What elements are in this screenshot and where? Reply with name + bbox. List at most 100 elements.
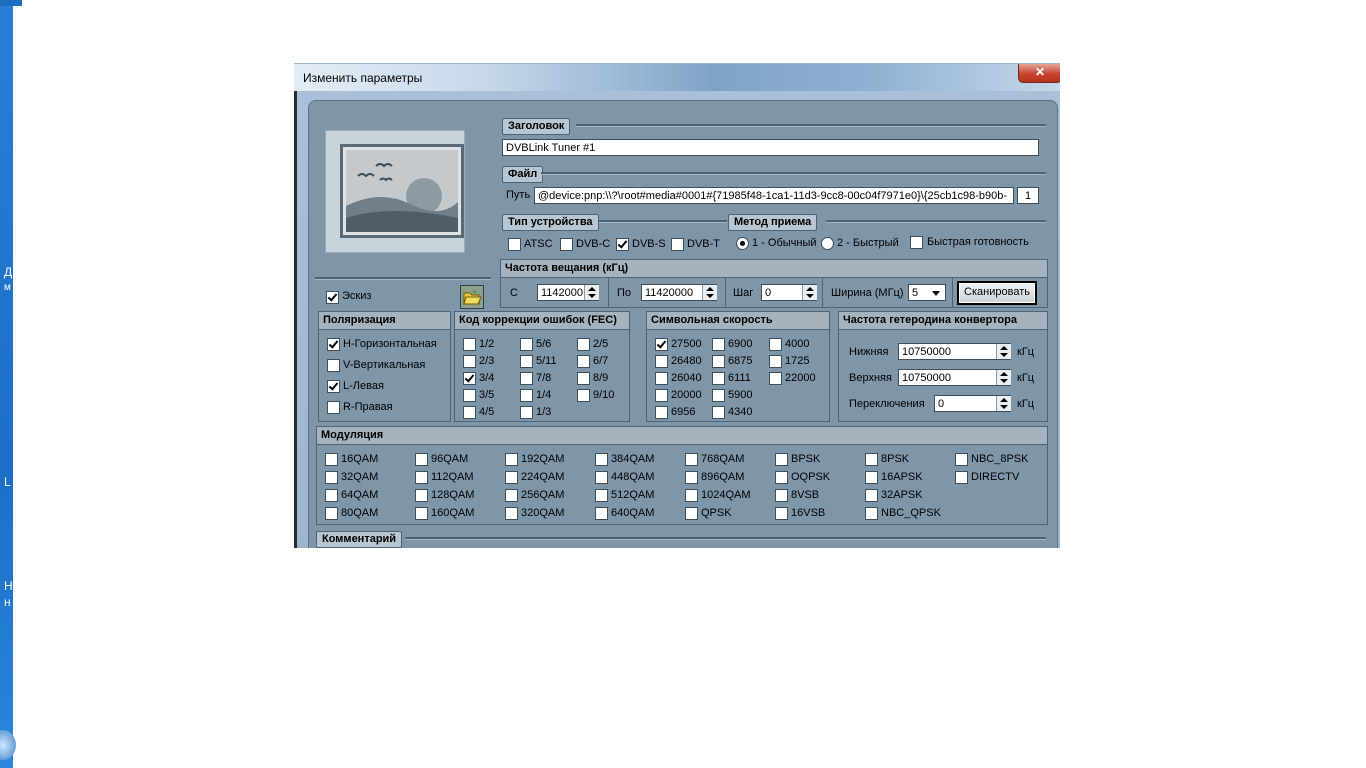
modulation-checkbox[interactable] — [775, 471, 788, 484]
polarization-l-checkbox[interactable] — [327, 380, 340, 393]
lnb-high-spinner[interactable] — [996, 370, 1011, 385]
modulation-checkbox[interactable] — [415, 453, 428, 466]
modulation-checkbox[interactable] — [685, 489, 698, 502]
polarization-v-checkbox[interactable] — [327, 359, 340, 372]
polarization-r-checkbox[interactable] — [327, 401, 340, 414]
symbol-rate-checkbox[interactable] — [655, 406, 668, 419]
modulation-checkbox[interactable] — [595, 453, 608, 466]
lnb-high-input[interactable]: 10750000 — [898, 369, 1011, 386]
polarization-header: Поляризация — [319, 312, 450, 330]
symbol-rate-checkbox[interactable] — [712, 406, 725, 419]
title-bar[interactable]: Изменить параметры ✕ — [294, 63, 1060, 92]
lnb-low-input[interactable]: 10750000 — [898, 343, 1011, 360]
fec-checkbox[interactable] — [463, 406, 476, 419]
symbol-rate-checkbox[interactable] — [712, 389, 725, 402]
symbol-rate-checkbox[interactable] — [769, 355, 782, 368]
comment-label: Комментарий — [316, 531, 403, 548]
device-dvbs-label: DVB-S — [632, 238, 666, 250]
freq-width-select[interactable]: 5 — [908, 284, 946, 301]
modulation-checkbox[interactable] — [505, 489, 518, 502]
folder-open-icon[interactable] — [460, 285, 484, 309]
symbol-rate-checkbox[interactable] — [655, 338, 668, 351]
lnb-switch-spinner[interactable] — [996, 396, 1011, 411]
symbol-rate-label: 26040 — [671, 372, 702, 384]
symbol-rate-checkbox[interactable] — [712, 355, 725, 368]
desktop-text-2: м — [4, 282, 11, 293]
device-atsc-checkbox[interactable] — [508, 238, 521, 251]
modulation-checkbox[interactable] — [595, 489, 608, 502]
modulation-checkbox[interactable] — [505, 507, 518, 520]
fec-checkbox[interactable] — [520, 406, 533, 419]
modulation-checkbox[interactable] — [415, 507, 428, 520]
modulation-checkbox[interactable] — [595, 471, 608, 484]
fec-checkbox[interactable] — [577, 389, 590, 402]
window-frame-edge — [294, 91, 297, 548]
symbol-rate-checkbox[interactable] — [655, 389, 668, 402]
modulation-checkbox[interactable] — [955, 471, 968, 484]
frequency-divider-2 — [725, 278, 726, 307]
path-input[interactable]: @device:pnp:\\?\root#media#0001#{71985f4… — [534, 187, 1014, 204]
fec-checkbox[interactable] — [520, 355, 533, 368]
modulation-checkbox[interactable] — [325, 489, 338, 502]
symbol-rate-checkbox[interactable] — [769, 372, 782, 385]
modulation-checkbox[interactable] — [865, 507, 878, 520]
device-dvbs-checkbox[interactable] — [616, 238, 629, 251]
fast-ready-checkbox[interactable] — [910, 236, 923, 249]
modulation-checkbox[interactable] — [415, 489, 428, 502]
modulation-label: 320QAM — [521, 507, 565, 519]
modulation-label: BPSK — [791, 453, 821, 465]
device-dvbc-checkbox[interactable] — [560, 238, 573, 251]
fec-checkbox[interactable] — [463, 372, 476, 385]
modulation-checkbox[interactable] — [865, 471, 878, 484]
freq-step-spinner[interactable] — [802, 285, 817, 300]
modulation-checkbox[interactable] — [955, 453, 968, 466]
fec-checkbox[interactable] — [577, 372, 590, 385]
reception-normal-radio[interactable] — [736, 237, 749, 250]
symbol-rate-checkbox[interactable] — [712, 338, 725, 351]
modulation-checkbox[interactable] — [685, 507, 698, 520]
chevron-down-icon[interactable] — [932, 291, 940, 296]
fec-checkbox[interactable] — [577, 355, 590, 368]
thumbnail-checkbox[interactable] — [326, 291, 339, 304]
modulation-label: NBC_QPSK — [881, 507, 941, 519]
fec-checkbox[interactable] — [577, 338, 590, 351]
symbol-rate-panel: Символьная скорость 27500 6900 4000 2648… — [646, 311, 830, 422]
modulation-checkbox[interactable] — [505, 453, 518, 466]
scan-button[interactable]: Сканировать — [957, 281, 1037, 305]
symbol-rate-checkbox[interactable] — [655, 372, 668, 385]
fec-checkbox[interactable] — [520, 372, 533, 385]
modulation-checkbox[interactable] — [415, 471, 428, 484]
freq-from-spinner[interactable] — [584, 285, 599, 300]
symbol-rate-checkbox[interactable] — [712, 372, 725, 385]
polarization-h-checkbox[interactable] — [327, 338, 340, 351]
modulation-checkbox[interactable] — [865, 453, 878, 466]
symbol-rate-checkbox[interactable] — [655, 355, 668, 368]
fec-checkbox[interactable] — [463, 389, 476, 402]
modulation-checkbox[interactable] — [505, 471, 518, 484]
modulation-checkbox[interactable] — [775, 489, 788, 502]
symbol-rate-checkbox[interactable] — [769, 338, 782, 351]
modulation-checkbox[interactable] — [865, 489, 878, 502]
close-button[interactable]: ✕ — [1018, 64, 1060, 83]
modulation-checkbox[interactable] — [325, 453, 338, 466]
fec-checkbox[interactable] — [463, 338, 476, 351]
fec-checkbox[interactable] — [520, 389, 533, 402]
symbol-rate-label: 4340 — [728, 406, 753, 418]
fec-checkbox[interactable] — [463, 355, 476, 368]
modulation-checkbox[interactable] — [775, 453, 788, 466]
device-dvbt-checkbox[interactable] — [671, 238, 684, 251]
header-title-input[interactable]: DVBLink Tuner #1 — [502, 139, 1039, 156]
freq-to-spinner[interactable] — [702, 285, 717, 300]
fec-checkbox[interactable] — [520, 338, 533, 351]
modulation-checkbox[interactable] — [685, 453, 698, 466]
modulation-checkbox[interactable] — [775, 507, 788, 520]
reception-fast-radio[interactable] — [821, 237, 834, 250]
modulation-checkbox[interactable] — [685, 471, 698, 484]
path-index-input[interactable]: 1 — [1017, 187, 1039, 204]
modulation-checkbox[interactable] — [325, 471, 338, 484]
start-orb-icon[interactable] — [0, 730, 16, 760]
lnb-low-spinner[interactable] — [996, 344, 1011, 359]
modulation-checkbox[interactable] — [325, 507, 338, 520]
modulation-checkbox[interactable] — [595, 507, 608, 520]
symbol-rate-label: 1725 — [785, 355, 810, 367]
